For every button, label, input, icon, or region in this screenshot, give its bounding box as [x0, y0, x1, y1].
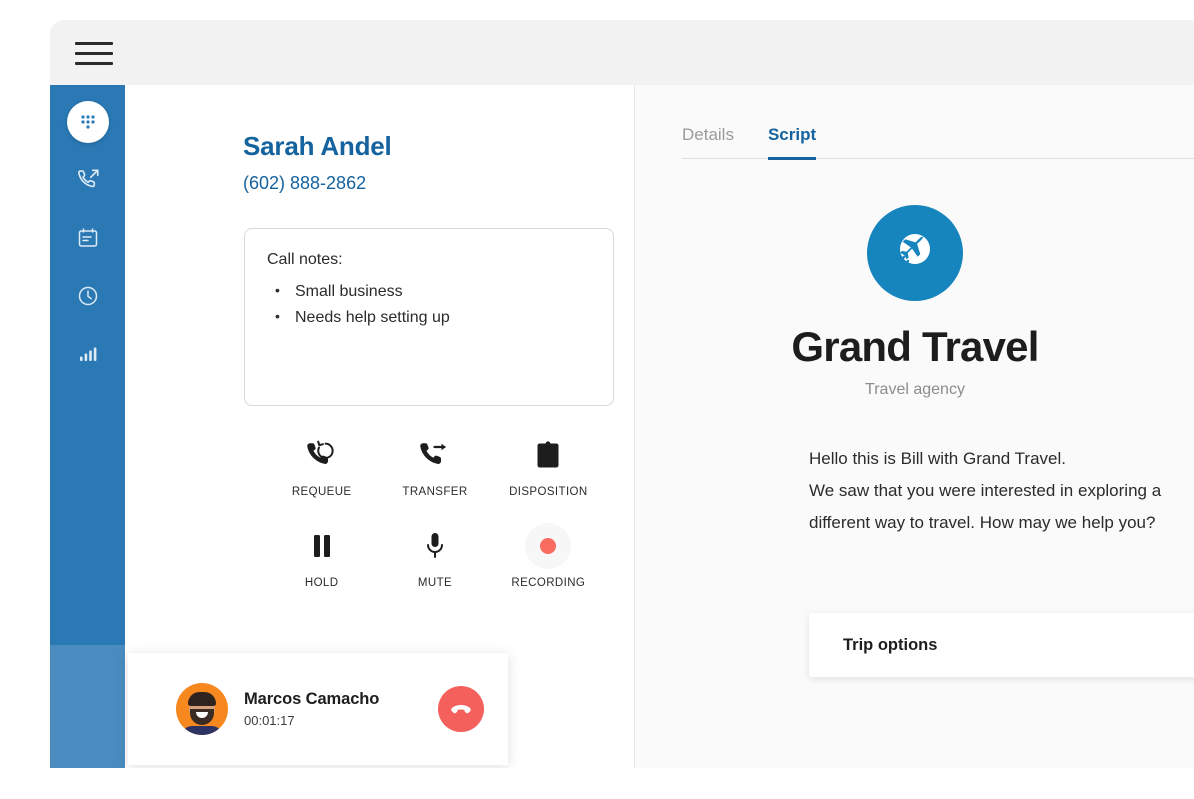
- tab-script[interactable]: Script: [767, 125, 817, 160]
- avatar-body: [182, 726, 222, 735]
- control-label: RECORDING: [511, 577, 586, 589]
- record-circle: [525, 523, 572, 569]
- hangup-button[interactable]: [438, 686, 484, 732]
- script-content: Grand Travel Travel agency Hello this is…: [635, 205, 1194, 539]
- calendar-icon: [76, 226, 100, 250]
- brand-logo: [867, 205, 963, 301]
- sidebar-item-analytics[interactable]: [50, 325, 125, 383]
- sidebar-item-schedule[interactable]: [50, 209, 125, 267]
- hamburger-menu-icon[interactable]: [75, 42, 113, 65]
- disposition-button[interactable]: DISPOSITION: [492, 435, 605, 498]
- bar-chart-icon: [76, 342, 100, 366]
- control-label: MUTE: [417, 577, 453, 589]
- script-text: Hello this is Bill with Grand Travel. We…: [809, 443, 1194, 539]
- contact-phone[interactable]: (602) 888-2862: [243, 173, 366, 194]
- sidebar-item-calls[interactable]: [50, 151, 125, 209]
- agent-name: Marcos Camacho: [244, 690, 380, 708]
- call-requeue-icon: [304, 435, 340, 475]
- airplane-icon: [888, 224, 942, 283]
- sidebar-item-history[interactable]: [50, 267, 125, 325]
- dialpad-icon: [78, 112, 98, 132]
- call-transfer-icon: [417, 435, 453, 475]
- brand-subtitle: Travel agency: [865, 381, 965, 398]
- record-dot-icon: [525, 523, 572, 569]
- call-notes-title: Call notes:: [267, 251, 343, 268]
- contact-name: Sarah Andel: [243, 131, 392, 161]
- recording-button[interactable]: RECORDING: [492, 523, 605, 589]
- hamburger-bar: [75, 42, 113, 45]
- app-header: [50, 20, 1194, 85]
- call-notes-card[interactable]: Call notes: Small business Needs help se…: [244, 228, 614, 406]
- control-label: DISPOSITION: [509, 486, 588, 498]
- control-label: REQUEUE: [291, 486, 352, 498]
- call-duration: 00:01:17: [244, 713, 295, 728]
- control-label: HOLD: [304, 577, 339, 589]
- avatar: [176, 683, 228, 735]
- control-label: TRANSFER: [402, 486, 468, 498]
- sidebar-lower-region: [50, 645, 125, 768]
- script-line: Hello this is Bill with Grand Travel.: [809, 449, 1066, 468]
- app-window: Sarah Andel (602) 888-2862 Call notes: S…: [50, 20, 1194, 768]
- mute-button[interactable]: MUTE: [378, 526, 491, 589]
- clipboard-icon: [535, 435, 561, 475]
- brand-title: Grand Travel: [791, 323, 1039, 370]
- panel-tabs: Details Script: [682, 125, 1194, 160]
- script-line: We saw that you were interested in explo…: [809, 481, 1162, 500]
- active-call-bar: Marcos Camacho 00:01:17: [128, 653, 508, 765]
- hold-button[interactable]: HOLD: [265, 526, 378, 589]
- active-call-meta: Marcos Camacho 00:01:17: [244, 690, 438, 728]
- call-notes-list: Small business Needs help setting up: [267, 282, 591, 327]
- hamburger-bar: [75, 52, 113, 55]
- requeue-button[interactable]: REQUEUE: [265, 435, 378, 498]
- sidebar: [50, 85, 125, 768]
- hamburger-bar: [75, 62, 113, 65]
- script-panel: Details Script Grand Travel Travel agenc…: [634, 85, 1194, 768]
- tab-details[interactable]: Details: [682, 125, 734, 160]
- list-item: Small business: [267, 282, 591, 301]
- hangup-phone-icon: [448, 695, 474, 724]
- pause-icon: [311, 526, 333, 566]
- clock-icon: [76, 284, 100, 308]
- sidebar-active-bubble: [66, 101, 109, 143]
- list-item: Needs help setting up: [267, 308, 591, 327]
- script-card-trip-options[interactable]: Trip options: [809, 613, 1194, 677]
- script-card-label: Trip options: [843, 635, 938, 654]
- microphone-icon: [423, 526, 447, 566]
- record-dot: [540, 538, 557, 554]
- call-controls: REQUEUE TRANSFER DISPOSITION HOLD MUTE R…: [265, 435, 605, 589]
- sidebar-item-dialpad[interactable]: [50, 93, 125, 151]
- outgoing-call-icon: [75, 167, 101, 193]
- avatar-hair: [188, 692, 216, 706]
- transfer-button[interactable]: TRANSFER: [378, 435, 491, 498]
- script-line: different way to travel. How may we help…: [809, 513, 1156, 532]
